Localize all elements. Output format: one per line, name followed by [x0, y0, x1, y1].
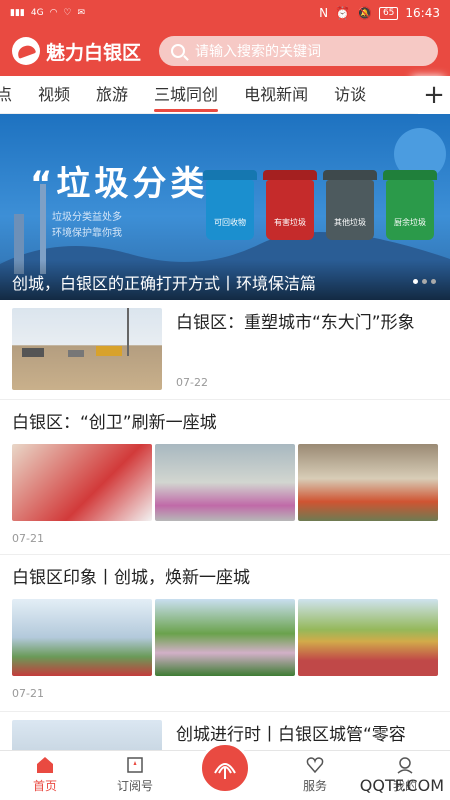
carousel-dot — [413, 279, 418, 284]
news-thumbnail — [12, 308, 162, 390]
heart-icon: ♡ — [63, 8, 72, 18]
alarm-icon: ⏰ — [335, 6, 350, 20]
nav-home[interactable]: 首页 — [0, 751, 90, 800]
news-feed[interactable]: 白银区：重塑城市“东大门”形象 07-22 白银区：“创卫”刷新一座城 07-2… — [0, 300, 450, 750]
banner-subtitle: 垃圾分类益处多 环境保护靠你我 — [52, 210, 122, 242]
top-bar: 魅力白银区 请输入搜索的关键词 — [0, 26, 450, 76]
news-title: 白银区：“创卫”刷新一座城 — [12, 413, 217, 433]
news-date: 07-21 — [12, 687, 44, 700]
status-bar: ▮▮▮ 4G ◠ ♡ ✉ N ⏰ 🔕 65 16:43 — [0, 0, 450, 26]
news-item[interactable]: 白银区印象丨创城，焕新一座城 07-21 — [0, 555, 450, 712]
banner-carousel[interactable]: “垃圾分类” 垃圾分类益处多 环境保护靠你我 可回收物 有害垃圾 其他垃圾 厨余… — [0, 114, 450, 300]
news-thumbnail — [12, 599, 152, 676]
news-item[interactable]: 白银区：重塑城市“东大门”形象 07-22 — [0, 300, 450, 400]
tab-scroll[interactable]: 点 视频 旅游 三城同创 电视新闻 访谈 — [0, 76, 414, 114]
user-icon — [397, 757, 413, 774]
mute-icon: 🔕 — [357, 6, 372, 20]
carousel-dot — [431, 279, 436, 284]
nav-service-label: 服务 — [302, 779, 327, 793]
subscribe-icon — [127, 757, 143, 773]
news-title: 白银区：重塑城市“东大门”形象 — [176, 313, 415, 333]
center-logo-button[interactable] — [199, 742, 251, 794]
nfc-icon: N — [319, 6, 329, 20]
network-label: 4G — [30, 8, 44, 18]
logo-icon — [12, 37, 40, 65]
banner-caption[interactable]: 创城，白银区的正确打开方式丨环境保洁篇 — [0, 260, 450, 300]
status-signals: ▮▮▮ 4G ◠ ♡ ✉ — [10, 8, 85, 18]
app-logo[interactable]: 魅力白银区 — [12, 37, 141, 65]
news-date: 07-22 — [176, 376, 208, 389]
search-icon — [171, 44, 186, 58]
tab-tv-news[interactable]: 电视新闻 — [244, 76, 308, 114]
tab-interview[interactable]: 访谈 — [334, 76, 366, 114]
nav-subscribe-label: 订阅号 — [116, 779, 153, 793]
clock: 16:43 — [405, 6, 440, 20]
news-thumbnail — [12, 720, 162, 750]
banner-sub-line-1: 垃圾分类益处多 — [52, 212, 122, 223]
bin-hazardous: 有害垃圾 — [263, 170, 317, 240]
nav-center[interactable] — [180, 742, 270, 800]
message-icon: ✉ — [77, 8, 86, 18]
banner-sub-line-2: 环境保护靠你我 — [52, 228, 122, 239]
nav-service[interactable]: 服务 — [270, 751, 360, 800]
app-name: 魅力白银区 — [46, 41, 142, 64]
news-thumbnail — [155, 599, 295, 676]
signal-icon: ▮▮▮ — [10, 8, 25, 18]
search-input[interactable]: 请输入搜索的关键词 — [159, 36, 438, 66]
service-icon — [306, 757, 324, 774]
tab-video[interactable]: 视频 — [38, 76, 70, 114]
news-thumbnail — [298, 444, 438, 521]
news-title: 白银区印象丨创城，焕新一座城 — [12, 568, 250, 588]
bin-kitchen: 厨余垃圾 — [383, 170, 437, 240]
tab-dian[interactable]: 点 — [0, 76, 12, 114]
home-icon — [37, 757, 53, 773]
channel-tabs: 点 视频 旅游 三城同创 电视新闻 访谈 + — [0, 76, 450, 114]
nav-subscribe[interactable]: 订阅号 — [90, 751, 180, 800]
news-item[interactable]: 白银区：“创卫”刷新一座城 07-21 — [0, 400, 450, 555]
bin-recyclable: 可回收物 — [203, 170, 257, 240]
road-illustration — [22, 308, 129, 357]
banner-headline: “垃圾分类” — [30, 164, 235, 204]
logo-icon — [214, 763, 236, 779]
news-thumbnail — [12, 444, 152, 521]
nav-home-label: 首页 — [32, 779, 57, 793]
wifi-icon: ◠ — [49, 8, 58, 18]
tab-sancheng[interactable]: 三城同创 — [154, 76, 219, 114]
carousel-dot — [422, 279, 427, 284]
status-right: N ⏰ 🔕 65 16:43 — [319, 6, 440, 20]
add-channel-icon[interactable]: + — [418, 76, 450, 114]
news-date: 07-21 — [12, 532, 44, 545]
watermark: QQTF.COM — [359, 776, 444, 795]
news-thumbnail — [155, 444, 295, 521]
tab-travel[interactable]: 旅游 — [96, 76, 128, 114]
battery-icon: 65 — [378, 6, 399, 20]
news-thumbnail — [298, 599, 438, 676]
bin-other: 其他垃圾 — [323, 170, 377, 240]
search-placeholder: 请输入搜索的关键词 — [195, 44, 322, 60]
carousel-dots — [413, 279, 436, 284]
